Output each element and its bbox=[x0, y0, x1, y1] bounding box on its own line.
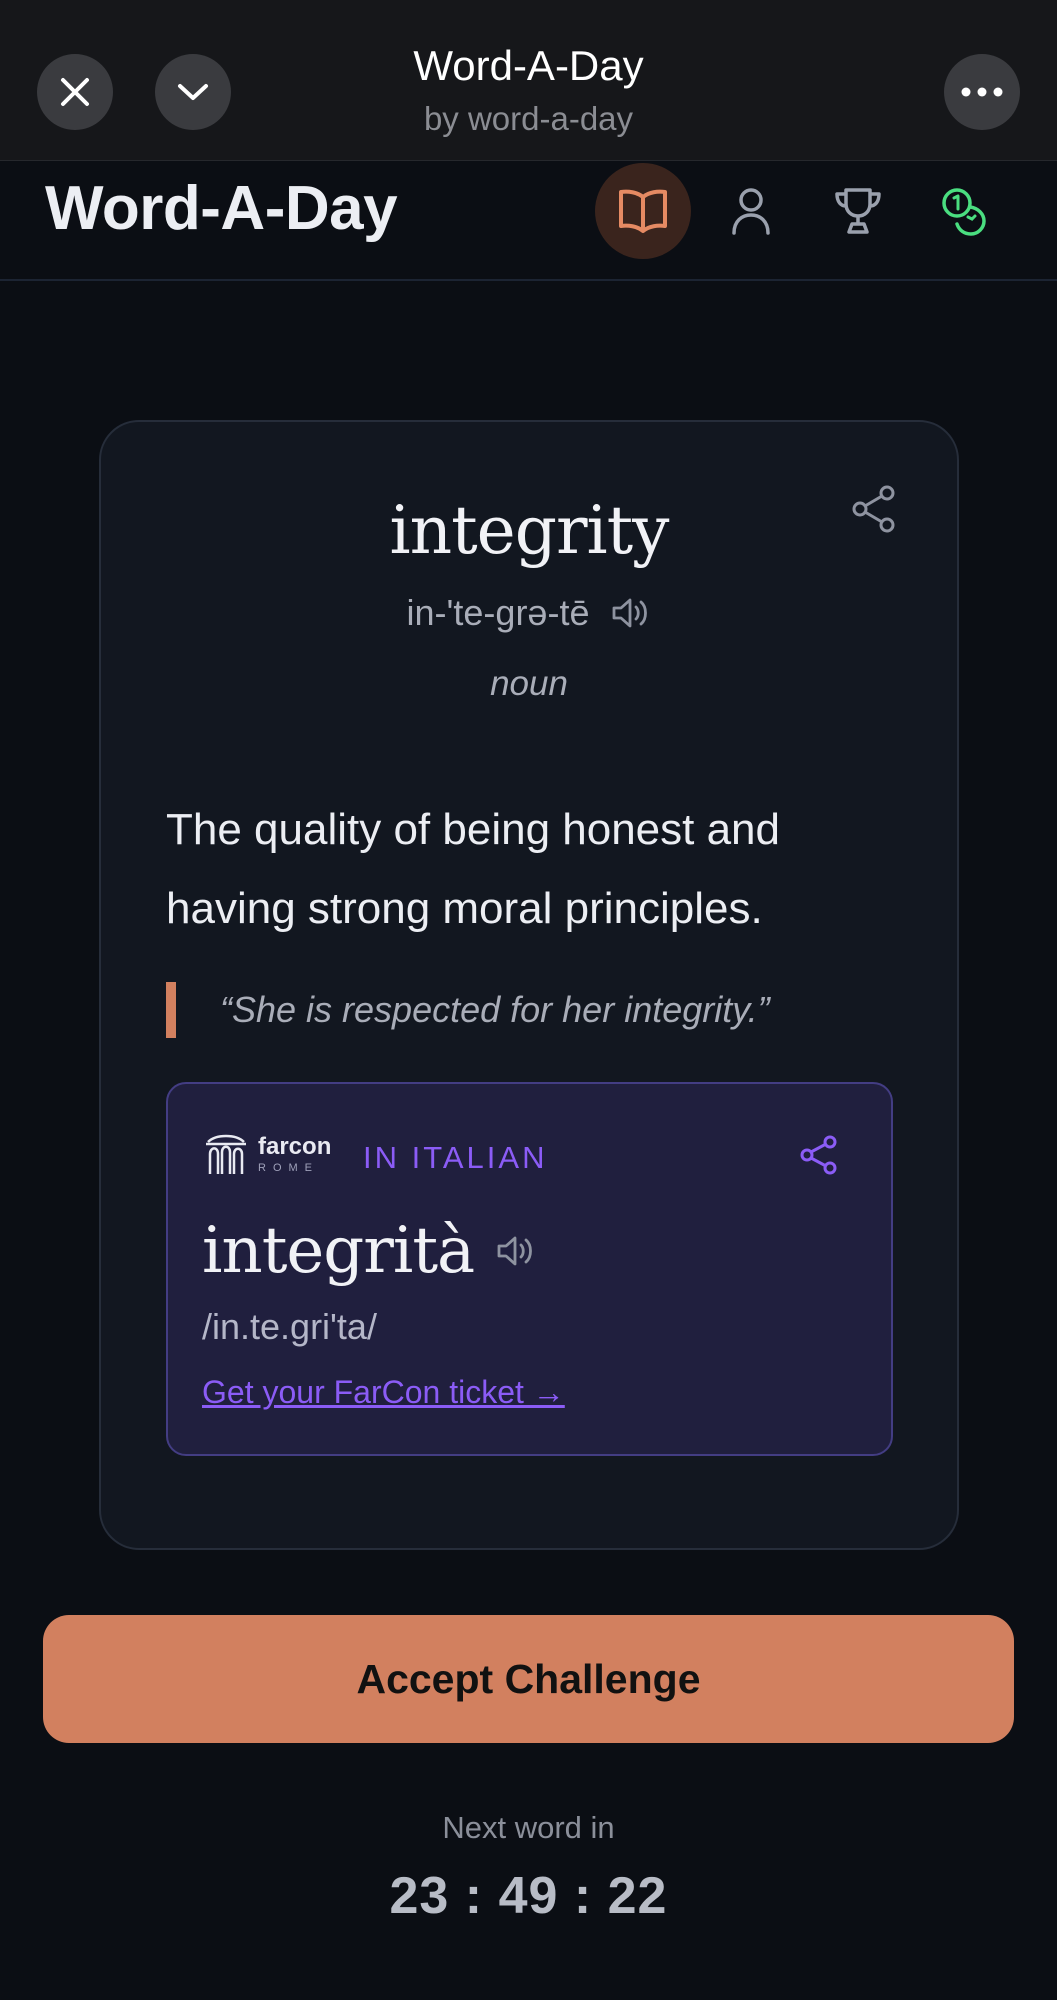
part-of-speech: noun bbox=[490, 664, 568, 703]
accept-challenge-button[interactable]: Accept Challenge bbox=[43, 1615, 1014, 1743]
farcon-arch-icon bbox=[206, 1134, 246, 1174]
nav-leaderboard-button[interactable] bbox=[810, 163, 906, 259]
more-options-button[interactable] bbox=[944, 54, 1020, 130]
countdown-label: Next word in bbox=[442, 1810, 615, 1845]
nav-word-button[interactable] bbox=[595, 163, 691, 259]
translation-box: farcon ROME IN ITALIAN integrità /in.te.… bbox=[166, 1082, 893, 1456]
pronunciation-row: in-'te-grə-tē bbox=[101, 592, 957, 634]
miniapp-title: Word-A-Day bbox=[413, 42, 644, 89]
word-title: integrity bbox=[389, 492, 670, 569]
share-icon bbox=[800, 1135, 837, 1175]
user-icon bbox=[732, 188, 770, 235]
quote-bar bbox=[166, 982, 176, 1038]
miniapp-subtitle: by word-a-day bbox=[423, 100, 634, 137]
play-pronunciation-button[interactable] bbox=[611, 596, 651, 630]
nav-profile-button[interactable] bbox=[703, 163, 799, 259]
farcon-logo: farcon ROME bbox=[204, 1132, 331, 1176]
share-translation-button[interactable] bbox=[799, 1134, 839, 1181]
more-horizontal-icon bbox=[961, 87, 1003, 97]
countdown-timer: 23 : 49 : 22 bbox=[389, 1867, 668, 1925]
coins-icon bbox=[942, 188, 986, 236]
example-text: “She is respected for her integrity.” bbox=[220, 989, 770, 1030]
speaker-icon bbox=[497, 1236, 533, 1266]
miniapp-topbar: Word-A-Day by word-a-day bbox=[0, 0, 1057, 161]
book-icon bbox=[619, 189, 667, 233]
trophy-icon bbox=[835, 188, 881, 234]
play-translation-button[interactable] bbox=[496, 1234, 536, 1268]
definition: The quality of being honest and having s… bbox=[166, 805, 781, 933]
nav-rewards-button[interactable] bbox=[917, 163, 1013, 259]
translation-language-label: IN ITALIAN bbox=[363, 1140, 548, 1175]
app-header: Word-A-Day bbox=[0, 161, 1057, 281]
translation-word-row: integrità bbox=[202, 1214, 536, 1288]
translation-word: integrità bbox=[202, 1214, 475, 1288]
app-logo: Word-A-Day bbox=[45, 174, 398, 243]
example-quote: “She is respected for her integrity.” bbox=[166, 982, 906, 1038]
farcon-ticket-link[interactable]: Get your FarCon ticket → bbox=[202, 1374, 565, 1411]
sponsor-city: ROME bbox=[258, 1161, 319, 1174]
word-card: integrity in-'te-grə-tē noun The quality… bbox=[99, 420, 959, 1550]
pronunciation: in-'te-grə-tē bbox=[406, 592, 590, 633]
sponsor-name: farcon bbox=[258, 1132, 332, 1160]
translation-pronunciation: /in.te.gri'ta/ bbox=[202, 1306, 377, 1347]
speaker-icon bbox=[613, 598, 648, 628]
